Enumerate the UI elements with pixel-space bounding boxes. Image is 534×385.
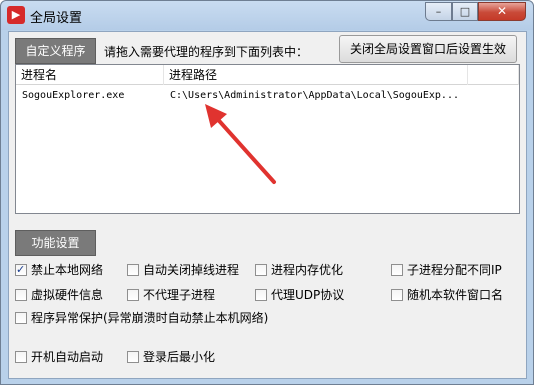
settings-window: ▶ 全局设置 – □ ✕ 自定义程序 请拖入需要代理的程序到下面列表中： 关闭全… [0, 0, 534, 385]
window-title: 全局设置 [30, 11, 83, 26]
checkbox-icon[interactable] [127, 289, 139, 301]
close-button[interactable]: ✕ [478, 2, 526, 21]
checkbox-icon[interactable] [127, 264, 139, 276]
checkbox-block-local-network[interactable]: 禁止本地网络 [15, 262, 103, 278]
column-header-process-path[interactable]: 进程路径 [164, 65, 468, 85]
checkbox-autostart[interactable]: 开机自动启动 [15, 349, 103, 365]
checkbox-auto-close-offline[interactable]: 自动关闭掉线进程 [127, 262, 239, 278]
app-logo-icon: ▶ [7, 6, 25, 24]
checkbox-virtual-hardware[interactable]: 虚拟硬件信息 [15, 287, 103, 303]
checkbox-icon[interactable] [255, 289, 267, 301]
checkbox-random-window-name[interactable]: 随机本软件窗口名 [391, 287, 503, 303]
checkbox-icon[interactable] [127, 351, 139, 363]
checkbox-crash-protection[interactable]: 程序异常保护(异常崩溃时自动禁止本机网络) [15, 310, 268, 326]
checkbox-label: 代理UDP协议 [271, 288, 345, 302]
checkbox-proxy-udp[interactable]: 代理UDP协议 [255, 287, 344, 303]
process-list-header: 进程名 进程路径 [16, 65, 519, 85]
process-name-cell: SogouExplorer.exe [22, 90, 125, 101]
checkbox-label: 自动关闭掉线进程 [143, 263, 240, 277]
checkbox-icon[interactable] [391, 289, 403, 301]
checkbox-checked-icon[interactable] [15, 262, 27, 278]
arrow-shaft [211, 112, 276, 184]
maximize-button[interactable]: □ [452, 2, 478, 21]
custom-programs-button[interactable]: 自定义程序 [15, 38, 96, 64]
checkbox-label: 禁止本地网络 [31, 263, 104, 277]
checkbox-icon[interactable] [15, 289, 27, 301]
column-header-process-name[interactable]: 进程名 [16, 65, 164, 85]
checkbox-minimize-after-login[interactable]: 登录后最小化 [127, 349, 215, 365]
client-area: 自定义程序 请拖入需要代理的程序到下面列表中： 关闭全局设置窗口后设置生效 进程… [8, 31, 527, 379]
minimize-button[interactable]: – [425, 2, 452, 21]
checkbox-label: 进程内存优化 [271, 263, 344, 277]
checkbox-subprocess-different-ip[interactable]: 子进程分配不同IP [391, 262, 502, 278]
apply-on-close-button[interactable]: 关闭全局设置窗口后设置生效 [339, 35, 517, 63]
function-settings-header: 功能设置 [15, 230, 96, 256]
checkbox-no-proxy-subprocess[interactable]: 不代理子进程 [127, 287, 215, 303]
annotation-arrow-icon [205, 104, 276, 184]
checkbox-label: 子进程分配不同IP [407, 263, 502, 277]
title-bar[interactable]: ▶ 全局设置 – □ ✕ [1, 1, 533, 30]
checkbox-label: 虚拟硬件信息 [31, 288, 104, 302]
checkbox-label: 登录后最小化 [143, 350, 216, 364]
checkbox-label: 程序异常保护(异常崩溃时自动禁止本机网络) [31, 311, 269, 325]
drag-hint-text: 请拖入需要代理的程序到下面列表中： [104, 45, 309, 59]
checkbox-icon[interactable] [15, 351, 27, 363]
column-header-blank[interactable] [468, 65, 519, 85]
checkbox-icon[interactable] [391, 264, 403, 276]
checkbox-label: 不代理子进程 [143, 288, 216, 302]
checkbox-icon[interactable] [15, 312, 27, 324]
checkbox-memory-optimize[interactable]: 进程内存优化 [255, 262, 343, 278]
checkbox-label: 开机自动启动 [31, 350, 104, 364]
checkbox-label: 随机本软件窗口名 [407, 288, 504, 302]
checkbox-icon[interactable] [255, 264, 267, 276]
